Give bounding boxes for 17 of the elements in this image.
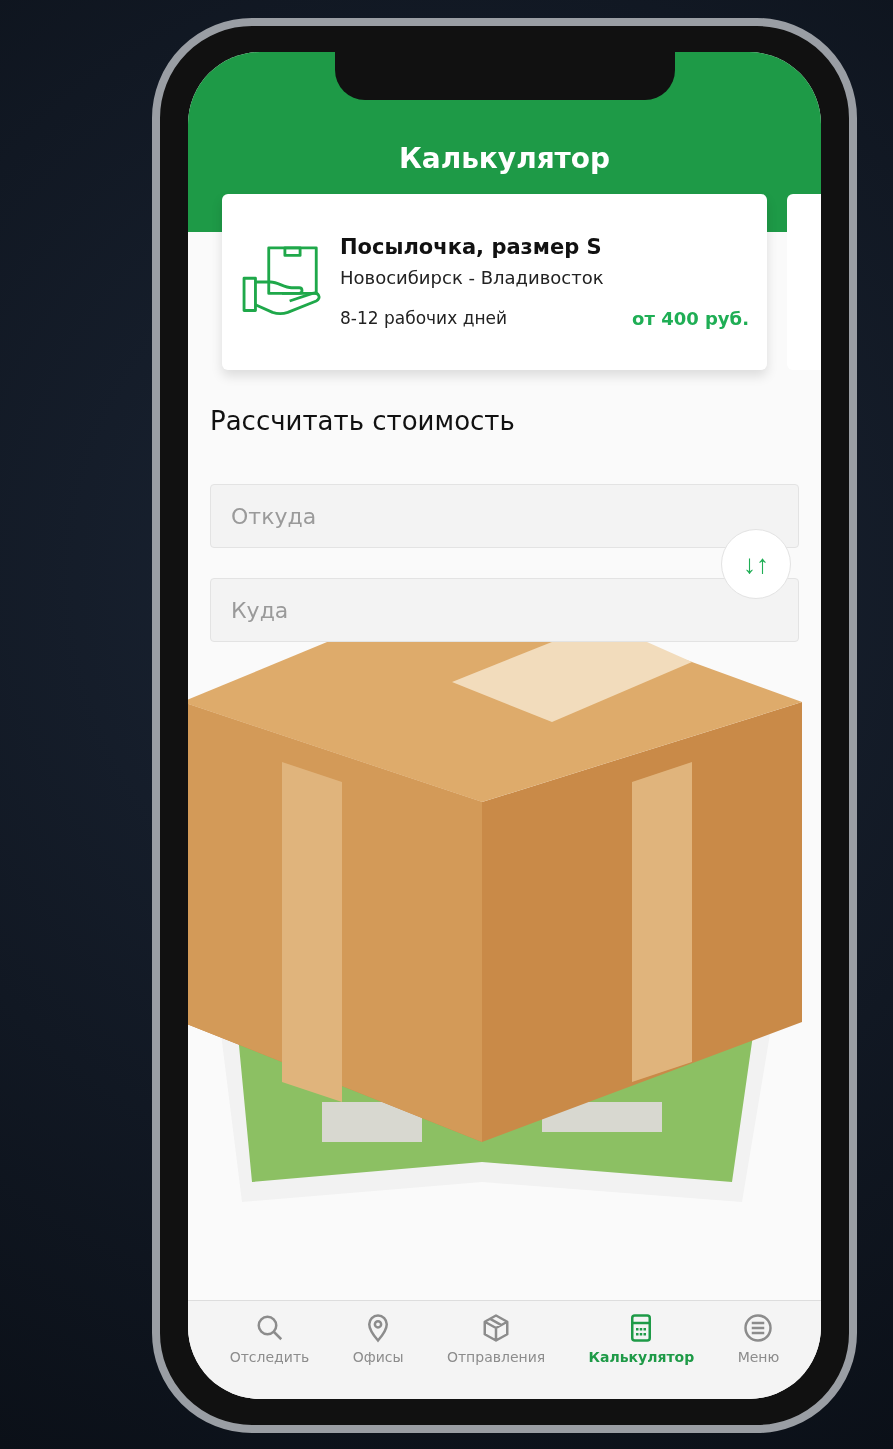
tab-bar-item[interactable]: Отследить: [227, 1301, 312, 1389]
city-input-field[interactable]: Куда: [210, 578, 799, 642]
search-icon: [254, 1313, 285, 1343]
tab-bar-item[interactable]: Отправления: [444, 1301, 548, 1389]
tariff-title: Посылочка, размер S: [340, 235, 603, 259]
city-input-field[interactable]: Откуда: [210, 484, 799, 548]
tab-bar-item[interactable]: Офисы: [350, 1301, 406, 1389]
section-heading: Рассчитать стоимость: [210, 406, 516, 436]
tariff-price: от 400 руб.: [632, 308, 749, 329]
delivery-time: 8-12 рабочих дней: [340, 308, 507, 329]
menu-icon: [743, 1313, 774, 1343]
tab-bar-item[interactable]: Калькулятор: [586, 1301, 697, 1389]
screen-title: Калькулятор: [398, 142, 611, 177]
box-icon: [481, 1313, 512, 1343]
tab-bar-item[interactable]: Меню: [735, 1301, 782, 1389]
tariff-route: Новосибирск - Владивосток: [340, 267, 605, 288]
tariff-card[interactable]: Посылочка, размер S Новосибирск - Владивосток 8-12 рабочих дней от 400 руб.: [222, 194, 767, 370]
